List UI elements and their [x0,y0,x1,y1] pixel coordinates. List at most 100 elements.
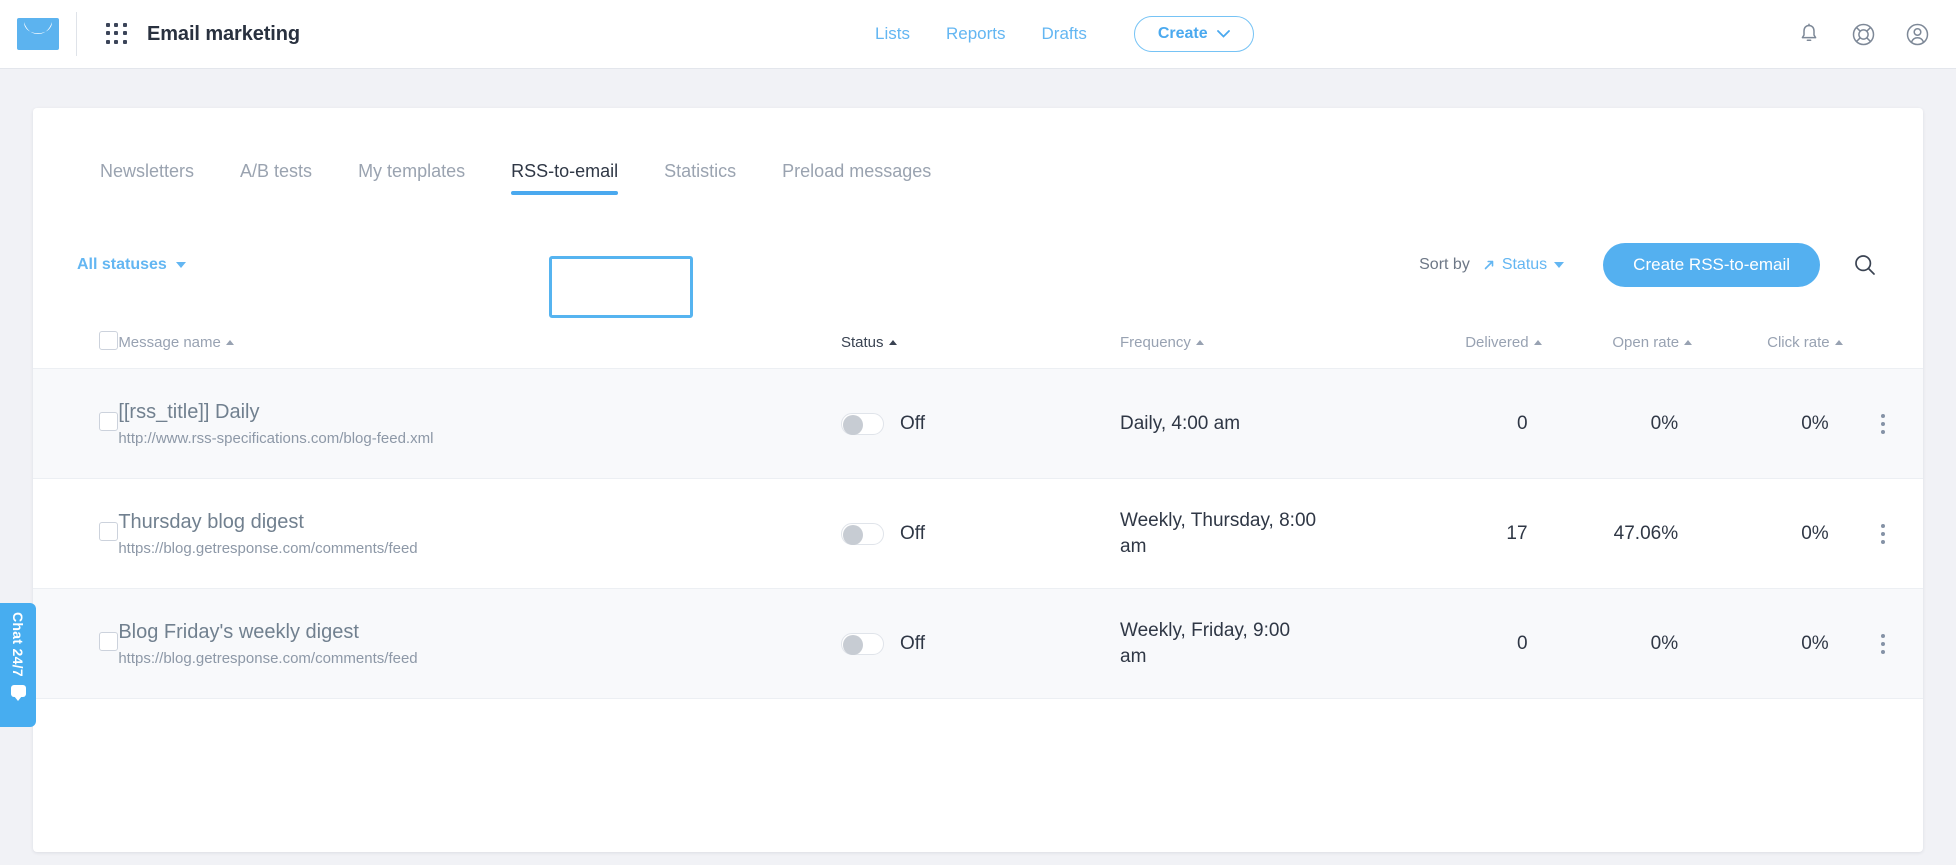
page-title: Email marketing [147,22,301,45]
status-filter-label: All statuses [77,256,167,273]
content-card: Newsletters A/B tests My templates RSS-t… [33,108,1923,852]
toolbar-right-group: Sort by Status Create RSS-to-email [1419,243,1879,287]
row-actions-cell [1842,478,1923,589]
help-lifebuoy-icon[interactable] [1850,21,1876,47]
column-label: Message name [118,334,221,351]
row-menu-kebab-icon[interactable] [1843,413,1923,434]
chevron-down-icon [175,262,186,268]
message-name-link[interactable]: Thursday blog digest [118,510,841,535]
brand-logo[interactable] [0,0,76,69]
row-open-rate-cell: 0% [1541,368,1693,479]
row-select-cell [33,368,119,479]
column-header-message-name[interactable]: Message name [118,331,841,369]
row-click-rate-cell: 0% [1692,368,1843,479]
top-bar: Email marketing Lists Reports Drafts Cre… [0,0,1956,69]
sort-ascending-arrow-icon [1484,260,1494,270]
column-header-status[interactable]: Status [840,331,1121,369]
sort-by-label: Sort by [1419,256,1470,273]
row-name-cell: [[rss_title]] Daily http://www.rss-speci… [118,368,841,479]
row-frequency-cell: Weekly, Thursday, 8:00 am [1120,478,1371,589]
row-name-cell: Blog Friday's weekly digest https://blog… [118,588,841,699]
row-frequency-cell: Daily, 4:00 am [1120,368,1371,479]
search-icon[interactable] [1851,251,1879,279]
chevron-down-icon [1216,30,1230,38]
chevron-down-icon [1554,262,1565,268]
row-delivered-cell: 17 [1370,478,1542,589]
row-click-rate-cell: 0% [1692,588,1843,699]
table-body: [[rss_title]] Daily http://www.rss-speci… [33,368,1923,699]
message-name-link[interactable]: [[rss_title]] Daily [118,400,841,425]
create-rss-to-email-button[interactable]: Create RSS-to-email [1603,243,1820,287]
nav-link-reports[interactable]: Reports [946,24,1006,44]
message-feed-url: https://blog.getresponse.com/comments/fe… [118,540,418,557]
frequency-label: Weekly, Thursday, 8:00 am [1120,509,1317,557]
notifications-bell-icon[interactable] [1796,21,1822,47]
select-all-header [33,331,119,369]
row-menu-kebab-icon[interactable] [1843,633,1923,654]
tab-statistics[interactable]: Statistics [641,161,759,195]
row-checkbox[interactable] [99,631,118,651]
row-checkbox[interactable] [99,411,118,431]
column-header-frequency[interactable]: Frequency [1120,331,1371,369]
column-header-actions [1842,331,1923,369]
column-label: Click rate [1767,334,1830,351]
column-label: Frequency [1120,334,1191,351]
status-toggle[interactable] [840,632,884,655]
message-feed-url: https://blog.getresponse.com/comments/fe… [118,650,418,667]
create-button[interactable]: Create [1133,16,1254,52]
nav-link-lists[interactable]: Lists [875,24,910,44]
envelope-logo-svg [24,22,52,34]
column-header-open-rate[interactable]: Open rate [1541,331,1693,369]
table-row[interactable]: [[rss_title]] Daily http://www.rss-speci… [33,368,1923,479]
sort-caret-up-icon [1684,340,1693,345]
column-label: Delivered [1465,334,1529,351]
sort-value-label: Status [1501,256,1548,273]
select-all-checkbox[interactable] [99,331,118,350]
list-toolbar: All statuses Sort by Status Create RSS-t… [33,241,1923,289]
column-label: Status [840,334,884,351]
click-rate-value: 0% [1801,412,1829,434]
grid-apps-icon[interactable] [106,23,128,45]
message-name-link[interactable]: Blog Friday's weekly digest [118,620,841,645]
chat-widget-launcher[interactable]: Chat 24/7 [0,603,36,727]
column-header-click-rate[interactable]: Click rate [1692,331,1843,369]
delivered-value: 0 [1516,632,1528,654]
row-frequency-cell: Weekly, Friday, 9:00 am [1120,588,1371,699]
row-open-rate-cell: 47.06% [1541,478,1693,589]
envelope-logo [17,18,59,50]
row-select-cell [33,588,119,699]
status-toggle[interactable] [840,522,884,545]
row-actions-cell [1842,588,1923,699]
open-rate-value: 0% [1650,412,1679,434]
row-status-cell: Off [840,368,1121,479]
row-click-rate-cell: 0% [1692,478,1843,589]
click-rate-value: 0% [1801,522,1829,544]
chat-widget-label: Chat 24/7 [10,612,26,677]
row-name-cell: Thursday blog digest https://blog.getres… [118,478,841,589]
table-row[interactable]: Blog Friday's weekly digest https://blog… [33,588,1923,699]
status-toggle[interactable] [840,412,884,435]
header-divider [76,12,77,56]
sort-caret-up-icon [1834,340,1843,345]
status-filter-dropdown[interactable]: All statuses [77,256,186,274]
row-select-cell [33,478,119,589]
row-actions-cell [1842,368,1923,479]
user-account-icon[interactable] [1904,21,1930,47]
tab-preload-messages[interactable]: Preload messages [759,161,954,195]
sort-caret-up-icon [225,340,234,345]
delivered-value: 17 [1506,522,1528,544]
table-row[interactable]: Thursday blog digest https://blog.getres… [33,478,1923,589]
row-menu-kebab-icon[interactable] [1843,523,1923,544]
row-checkbox[interactable] [99,521,118,541]
tab-my-templates[interactable]: My templates [335,161,488,195]
status-label: Off [899,412,925,434]
tab-ab-tests[interactable]: A/B tests [217,161,335,195]
tab-newsletters[interactable]: Newsletters [77,161,217,195]
sort-value-dropdown[interactable]: Status [1483,256,1565,274]
column-header-delivered[interactable]: Delivered [1370,331,1542,369]
delivered-value: 0 [1516,412,1528,434]
header-actions [1796,21,1930,47]
nav-link-drafts[interactable]: Drafts [1042,24,1087,44]
create-button-label: Create [1157,25,1208,42]
tab-rss-to-email[interactable]: RSS-to-email [488,161,641,195]
